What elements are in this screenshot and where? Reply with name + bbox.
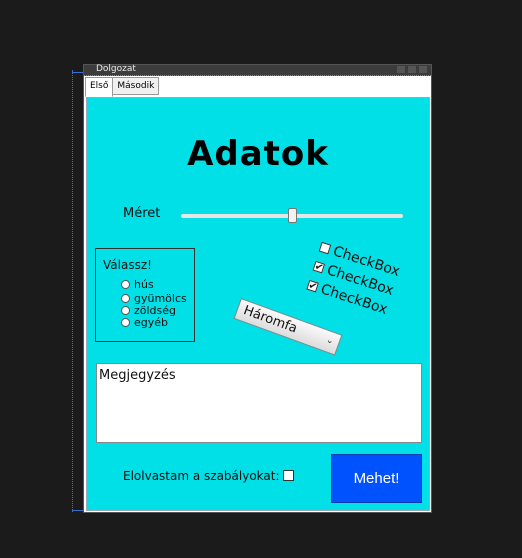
chevron-down-icon[interactable]: ⌄ <box>325 335 336 347</box>
minimize-icon[interactable] <box>397 66 405 73</box>
main-panel: Adatok Méret Válassz! hús gyümölcs zölds… <box>86 97 430 511</box>
checkbox-icon[interactable]: ✔ <box>312 260 326 274</box>
choice-group: Válassz! hús gyümölcs zöldség egyéb <box>95 248 195 342</box>
agree-checkbox[interactable] <box>283 470 294 481</box>
window-title: Dolgozat <box>96 64 136 74</box>
checkbox-icon[interactable]: ✔ <box>306 279 319 293</box>
radio-button-icon[interactable] <box>121 280 130 289</box>
radio-label: hús <box>134 278 154 291</box>
radio-button-icon[interactable] <box>121 306 130 315</box>
radio-label: zöldség <box>134 304 177 317</box>
close-icon[interactable] <box>419 66 427 73</box>
radio-button-icon[interactable] <box>121 294 130 303</box>
combo-selected-value: Háromfa <box>241 303 300 337</box>
size-slider[interactable] <box>181 208 403 224</box>
radio-label: gyümölcs <box>134 292 187 305</box>
checkbox-icon[interactable] <box>318 241 332 255</box>
tab-elso[interactable]: Első <box>85 77 114 97</box>
submit-button[interactable]: Mehet! <box>331 454 422 503</box>
maximize-icon[interactable] <box>408 66 416 73</box>
agree-label: Elolvastam a szabályokat: <box>123 469 280 483</box>
title-bar[interactable]: Dolgozat <box>84 64 431 76</box>
choice-group-caption: Válassz! <box>103 258 152 272</box>
tree-combo-box[interactable]: Háromfa ⌄ <box>233 298 343 356</box>
tab-masodik[interactable]: Második <box>112 77 160 95</box>
radio-button-icon[interactable] <box>121 318 130 327</box>
slider-thumb[interactable] <box>288 208 297 223</box>
window-controls <box>397 66 427 73</box>
size-label: Méret <box>123 206 161 221</box>
notes-textarea[interactable]: Megjegyzés <box>96 363 422 443</box>
form-window: Dolgozat Első Második Adatok Méret Válas… <box>83 64 432 513</box>
radio-hus[interactable]: hús <box>121 279 154 290</box>
tab-strip: Első Második <box>85 77 160 97</box>
page-title: Adatok <box>187 134 329 174</box>
radio-zoldseg[interactable]: zöldség <box>121 305 176 316</box>
radio-egyeb[interactable]: egyéb <box>121 317 168 328</box>
radio-gyumolcs[interactable]: gyümölcs <box>121 293 187 304</box>
checkbox-list: CheckBox ✔ CheckBox ✔ CheckBox <box>304 238 402 321</box>
designer-guide-left <box>72 70 73 512</box>
radio-label: egyéb <box>134 316 169 329</box>
